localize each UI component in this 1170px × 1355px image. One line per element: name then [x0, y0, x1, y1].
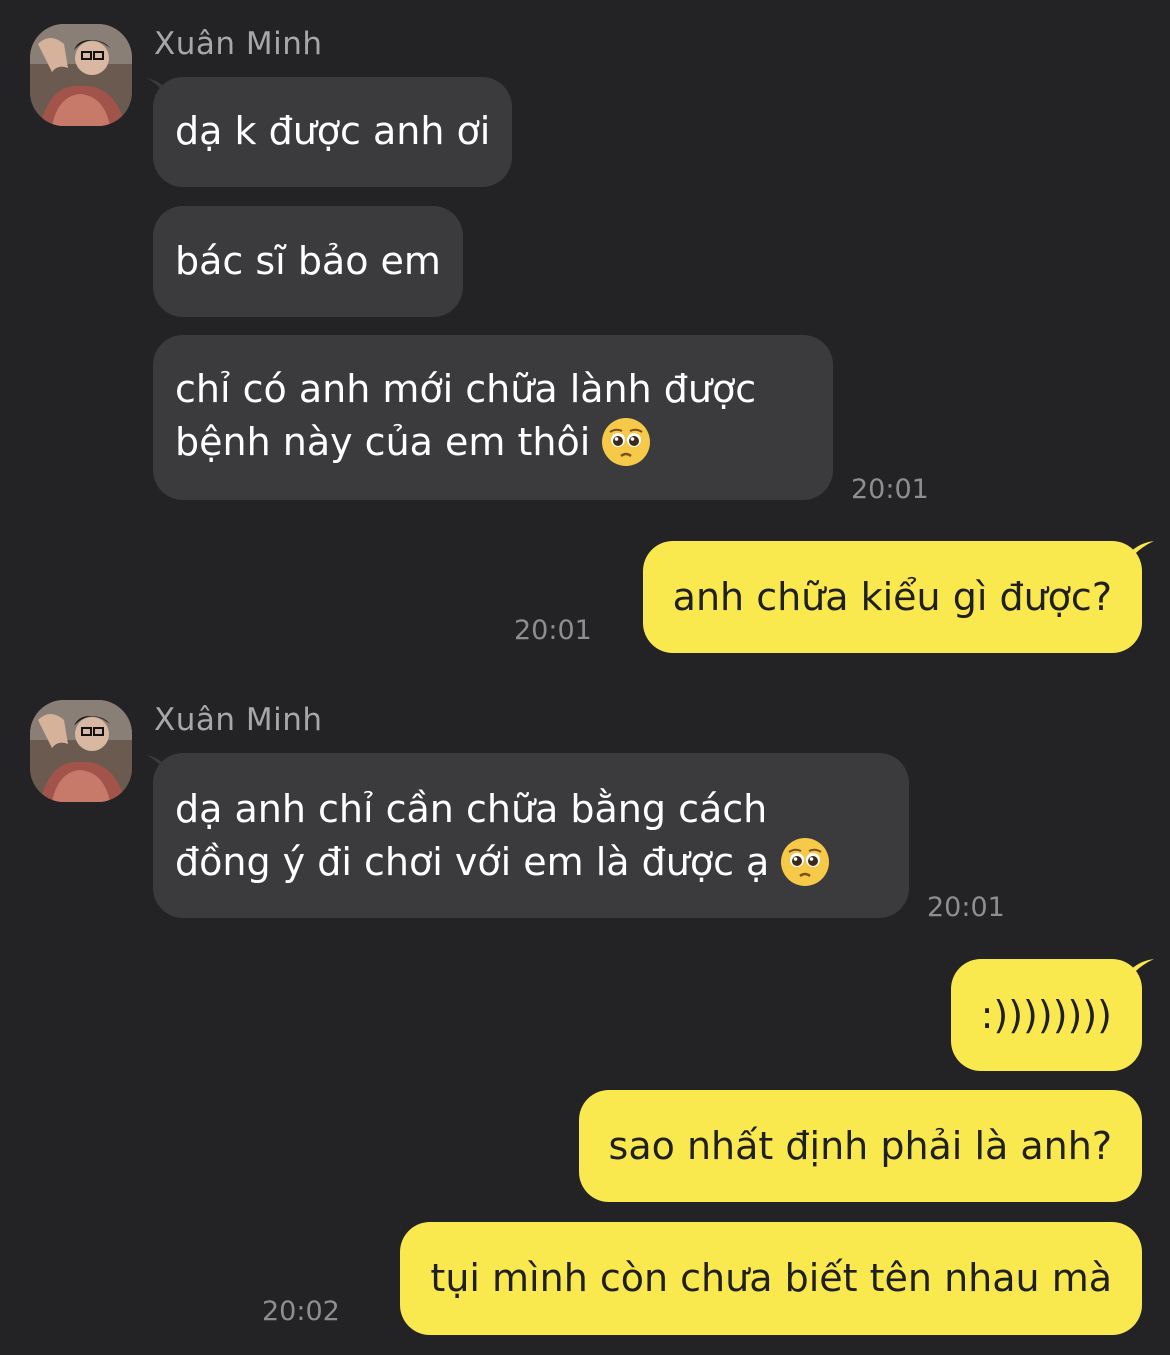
- message-text-line: bệnh này của em thôi: [175, 416, 811, 471]
- message-timestamp: 20:01: [851, 474, 929, 505]
- message-text: bác sĩ bảo em: [175, 239, 441, 283]
- sender-name: Xuân Minh: [154, 26, 323, 62]
- message-timestamp: 20:02: [262, 1296, 340, 1327]
- avatar-photo-icon: [30, 700, 132, 802]
- message-text-line: chỉ có anh mới chữa lành được: [175, 367, 757, 411]
- message-text: anh chữa kiểu gì được?: [672, 575, 1112, 619]
- message-bubble-outgoing[interactable]: tụi mình còn chưa biết tên nhau mà: [400, 1222, 1142, 1335]
- avatar[interactable]: [30, 24, 132, 126]
- message-bubble-outgoing[interactable]: anh chữa kiểu gì được?: [642, 541, 1142, 653]
- avatar[interactable]: [30, 700, 132, 802]
- message-bubble-outgoing[interactable]: :)))))))): [950, 959, 1142, 1071]
- message-timestamp: 20:01: [927, 892, 1005, 923]
- sender-name: Xuân Minh: [154, 702, 323, 738]
- message-text-line: đồng ý đi chơi với em là được ạ: [175, 836, 887, 891]
- message-text: đồng ý đi chơi với em là được ạ: [175, 840, 770, 884]
- message-text: :)))))))): [980, 993, 1112, 1037]
- message-bubble-incoming[interactable]: dạ k được anh ơi: [153, 77, 513, 187]
- message-text-line: dạ anh chỉ cần chữa bằng cách: [175, 787, 768, 831]
- message-text: bệnh này của em thôi: [175, 420, 591, 464]
- avatar-photo-icon: [30, 24, 132, 126]
- message-timestamp: 20:01: [514, 615, 592, 646]
- pleading-face-icon: [781, 837, 830, 886]
- message-text: sao nhất định phải là anh?: [608, 1124, 1112, 1168]
- message-text: tụi mình còn chưa biết tên nhau mà: [430, 1256, 1112, 1300]
- message-bubble-incoming[interactable]: bác sĩ bảo em: [153, 206, 463, 317]
- message-bubble-outgoing[interactable]: sao nhất định phải là anh?: [578, 1090, 1142, 1202]
- message-bubble-incoming[interactable]: dạ anh chỉ cần chữa bằng cách đồng ý đi …: [153, 753, 909, 918]
- message-text: dạ k được anh ơi: [175, 109, 491, 153]
- pleading-face-icon: [602, 417, 651, 466]
- message-bubble-incoming[interactable]: chỉ có anh mới chữa lành được bệnh này c…: [153, 335, 833, 500]
